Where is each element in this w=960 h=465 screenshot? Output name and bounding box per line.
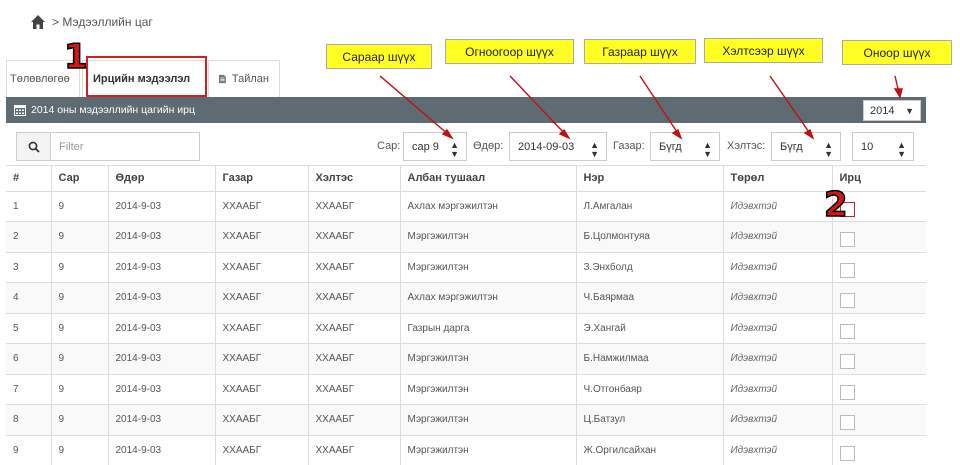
callout-month-filter: Сараар шүүх [326,44,432,69]
callout-year-filter: Оноор шүүх [842,40,952,65]
callout-dept-filter: Хэлтсээр шүүх [704,38,823,63]
marker-number-1: 1 [63,37,88,77]
highlight-attendance-tab [86,56,207,97]
callout-date-filter: Огноогоор шүүх [445,39,574,64]
callout-place-filter: Газраар шүүх [584,39,696,64]
marker-number-2: 2 [823,185,848,225]
